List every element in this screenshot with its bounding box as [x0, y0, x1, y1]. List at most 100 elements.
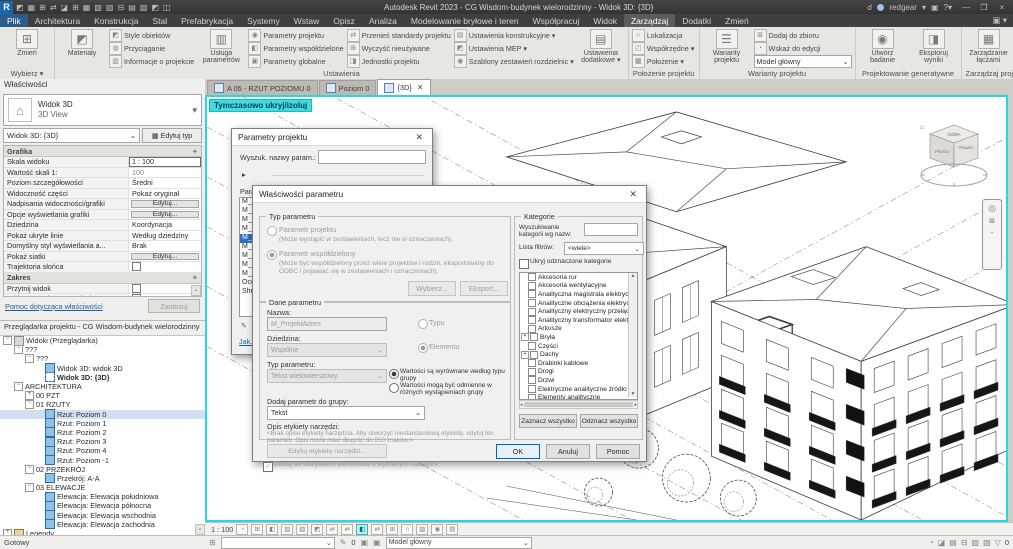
temporary-hide-isolate-icon[interactable]: ◧ [356, 524, 368, 535]
tab-zarządzaj[interactable]: Zarządzaj [624, 14, 675, 27]
przenieś-standardy-projektu-button[interactable]: ⇄Przenieś standardy projektu [347, 29, 451, 41]
ustawienia-konstrukcyjne-button[interactable]: ▤Ustawienia konstrukcyjne ▾ [454, 29, 574, 41]
property-value[interactable]: Pokaż oryginał [129, 189, 201, 199]
category-checkbox[interactable] [528, 308, 536, 316]
eksploruj-wyniki-button[interactable]: ◨Eksploruj wyniki [910, 29, 958, 65]
category-checkbox[interactable] [530, 351, 538, 359]
close-icon[interactable]: ✕ [626, 189, 640, 200]
parameter-properties-dialog-titlebar[interactable]: Właściwości parametru ✕ [253, 186, 646, 203]
edit-tooltip-button[interactable]: Edytuj etykietę narzędzi... [267, 444, 387, 458]
property-value[interactable]: Koordynacja [129, 220, 201, 230]
jednostki-projektu-button[interactable]: ◨Jednostki projektu [347, 55, 451, 67]
usługa-parametrów-button[interactable]: ▥Usługa parametrów [197, 29, 245, 65]
edit-button[interactable]: Edytuj... [131, 253, 199, 261]
cancel-button[interactable]: Anuluj [546, 444, 590, 459]
values-aligned-radio[interactable] [389, 369, 399, 379]
tree-item-[interactable]: −??? [0, 345, 205, 354]
text-icon[interactable]: ▧ [94, 3, 102, 12]
tab-modelowanie-bryłowe-i-teren[interactable]: Modelowanie bryłowe i teren [404, 14, 526, 27]
selection-filter-icon[interactable]: ▽ [995, 538, 1001, 547]
category-checkbox[interactable] [528, 273, 536, 281]
view-scale-icon[interactable]: ◔ [236, 524, 248, 535]
redo-icon[interactable]: ⇄ [50, 3, 57, 12]
reveal-hidden-icon[interactable]: ⇄ [371, 524, 383, 535]
open-icon[interactable]: ◩ [16, 3, 24, 12]
steering-wheel-icon[interactable]: ◎ [988, 203, 996, 214]
utwórz-badanie-button[interactable]: ◉Utwórz badanie [859, 29, 907, 65]
category-row-analityczne-obciążenia-elektryc[interactable]: Analityczne obciążenia elektryc... [520, 299, 637, 308]
property-checkbox[interactable] [132, 284, 141, 293]
tree-item-02-przekrój[interactable]: −02 PRZEKRÓJ [0, 465, 205, 474]
expander-icon[interactable]: − [25, 400, 34, 409]
zoom-icon[interactable]: ⊞ [989, 217, 995, 225]
view-tab-a-05-rzut-poziomu-0[interactable]: A 05 - RZUT POZIOMU 0 [207, 80, 318, 95]
undo-icon[interactable]: ⊞ [39, 3, 46, 12]
category-search-input[interactable] [584, 223, 638, 236]
expander-icon[interactable]: − [14, 382, 23, 391]
properties-scrollbar[interactable]: ⌄ [191, 285, 201, 296]
search-icon[interactable]: ☌ [867, 3, 872, 12]
category-row-części[interactable]: Części [520, 342, 637, 351]
shadows-icon[interactable]: ▧ [296, 524, 308, 535]
category-checkbox[interactable] [528, 385, 536, 393]
close-button[interactable]: × [993, 3, 1011, 12]
tree-item-widok-3d-3d[interactable]: Widok 3D: {3D} [0, 373, 205, 382]
tree-item-elewacja-elewacja-zachodnia[interactable]: Elewacja: Elewacja zachodnia [0, 520, 205, 529]
style-obiektów-button[interactable]: ◩Style obiektów [109, 29, 194, 41]
values-vary-radio[interactable] [389, 383, 399, 393]
add-to-all-checkbox[interactable]: ✓ [263, 462, 273, 472]
view-tab-poziom-0[interactable]: Poziom 0 [319, 80, 377, 95]
tree-item-[interactable]: −??? [0, 354, 205, 363]
render-icon[interactable]: ◩ [311, 524, 323, 535]
tab-opisz[interactable]: Opisz [326, 14, 362, 27]
visual-style-icon[interactable]: ◧ [266, 524, 278, 535]
instance-radio[interactable] [418, 343, 428, 353]
press-drag-icon[interactable]: ▨ [972, 538, 980, 547]
informacje-o-projekcie-button[interactable]: ▥Informacje o projekcie [109, 55, 194, 67]
tree-item-elewacja-elewacja-wschodnia[interactable]: Elewacja: Elewacja wschodnia [0, 511, 205, 520]
worksets-icon[interactable]: ◔ [929, 538, 934, 547]
filter-expander[interactable]: ▸ [242, 170, 246, 179]
category-checkbox[interactable] [528, 368, 536, 376]
analytical-model-icon[interactable]: ▨ [416, 524, 428, 535]
type-selector[interactable]: ⌂ Widok 3D 3D View ▾ [3, 94, 202, 126]
category-checkbox[interactable] [528, 342, 536, 350]
thin-lines-icon[interactable]: ▤ [128, 3, 136, 12]
tree-item-widoki-przeglądarka[interactable]: −Widoki (Przeglądarka) [0, 336, 205, 345]
aligned-dimension-icon[interactable]: ▦ [83, 3, 91, 12]
type-selector-caret-icon[interactable]: ▾ [192, 105, 197, 116]
avatar-icon[interactable] [877, 4, 884, 11]
parameter-properties-dialog[interactable]: Właściwości parametru ✕ Typ parametru Pa… [252, 185, 647, 462]
tree-item-01-rzuty[interactable]: −01 RZUTY [0, 400, 205, 409]
tree-item-rzut-poziom-2[interactable]: Rzut: Poziom 2 [0, 428, 205, 437]
tree-item-rzut-poziom-0[interactable]: Rzut: Poziom 0 [0, 410, 205, 419]
tab-architektura[interactable]: Architektura [28, 14, 87, 27]
category-row-bryła[interactable]: +Bryła [520, 333, 637, 342]
tab-stal[interactable]: Stal [145, 14, 174, 27]
measure-icon[interactable]: ⊞ [72, 3, 79, 12]
exclude-options-icon[interactable]: ▤ [949, 538, 957, 547]
tab-dodatki[interactable]: Dodatki [675, 14, 718, 27]
reveal-constraints-icon[interactable]: ◉ [431, 524, 443, 535]
settings-icon[interactable]: ▧ [983, 538, 991, 547]
tab-systemy[interactable]: Systemy [240, 14, 287, 27]
tree-item-widok-3d-widok-3d[interactable]: Widok 3D: widok 3D [0, 364, 205, 373]
browser-scrollbar[interactable]: ⌄ [195, 524, 205, 535]
szablony-zestawień-rozdzielnic-button[interactable]: ◉Szablony zestawień rozdzielnic ▾ [454, 55, 574, 67]
section-grafika[interactable]: Grafika✦ [4, 146, 201, 157]
worksets-icon[interactable]: ⊞ [209, 538, 216, 547]
signed-in-user[interactable]: redgear [889, 3, 917, 12]
category-row-elementy-analityczne[interactable]: Elementy analityczne [520, 393, 637, 400]
category-row-elektryczne-analityczne-źródło-za[interactable]: Elektryczne analityczne źródło za... [520, 385, 637, 394]
ustawienia-mep-button[interactable]: ◩Ustawienia MEP ▾ [454, 42, 574, 54]
category-checkbox[interactable] [528, 282, 536, 290]
category-row-arkusze[interactable]: Arkusze [520, 325, 637, 334]
tree-item-rzut-poziom-4[interactable]: Rzut: Poziom 4 [0, 446, 205, 455]
tab-prefabrykacja[interactable]: Prefabrykacja [174, 14, 240, 27]
name-input[interactable]: M_ProjektAdres [267, 317, 387, 331]
revit-logo[interactable]: R [0, 1, 13, 14]
edit-button[interactable]: Edytuj... [131, 211, 199, 219]
check-all-button[interactable]: Zaznacz wszystko [519, 414, 577, 428]
param-type-select[interactable]: Tekst wielowierszowy⌄ [267, 369, 387, 383]
tree-item-03-elewacje[interactable]: −03 ELEWACJE [0, 483, 205, 492]
